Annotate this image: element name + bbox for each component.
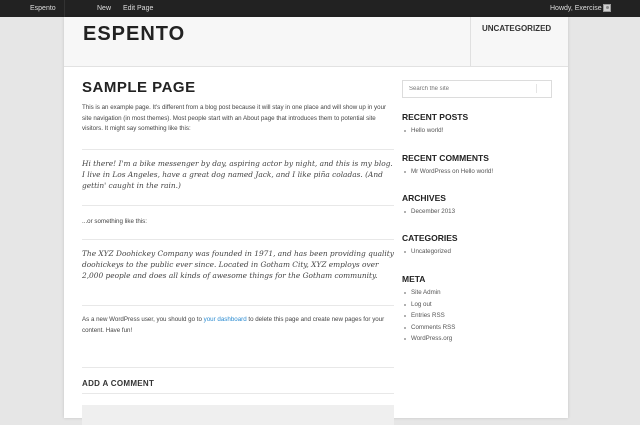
nav-item-uncategorized[interactable]: UNCATEGORIZED — [482, 24, 551, 33]
meta-site-admin-link[interactable]: Site Admin — [411, 289, 441, 296]
comment-form[interactable] — [82, 405, 394, 425]
category-item[interactable]: Uncategorized — [402, 246, 451, 258]
recent-post-item[interactable]: Hello world! — [402, 125, 443, 137]
recent-posts-title: RECENT POSTS — [402, 112, 469, 122]
avatar[interactable] — [603, 4, 611, 12]
quote-divider-bottom — [82, 205, 394, 206]
recent-comments-list: Mr WordPress on Hello world! — [402, 166, 493, 178]
recent-posts-list: Hello world! — [402, 125, 443, 137]
meta-item[interactable]: Site Admin — [402, 287, 455, 299]
nav-divider — [470, 17, 471, 66]
archive-link[interactable]: December 2013 — [411, 208, 455, 215]
comment-post-link[interactable]: Hello world! — [461, 168, 493, 175]
archives-list: December 2013 — [402, 206, 455, 218]
page-title: SAMPLE PAGE — [82, 79, 196, 96]
admin-bar-divider — [64, 0, 65, 17]
categories-title: CATEGORIES — [402, 233, 458, 243]
blockquote-bike-messenger: Hi there! I'm a bike messenger by day, a… — [82, 159, 393, 190]
admin-bar-edit-page-link[interactable]: Edit Page — [123, 0, 153, 17]
meta-item[interactable]: Log out — [402, 299, 455, 311]
meta-list: Site Admin Log out Entries RSS Comments … — [402, 287, 455, 345]
admin-bar-howdy-link[interactable]: Howdy, Exercise — [550, 0, 602, 17]
page-container: ESPENTO UNCATEGORIZED SAMPLE PAGE This i… — [64, 17, 568, 425]
admin-bar-new-link[interactable]: New — [97, 0, 111, 17]
meta-entries-rss-link[interactable]: Entries RSS — [411, 312, 445, 319]
archive-item[interactable]: December 2013 — [402, 206, 455, 218]
quote2-divider-bottom — [82, 305, 394, 306]
add-comment-heading: ADD A COMMENT — [82, 379, 155, 388]
search-divider — [536, 84, 537, 93]
meta-item[interactable]: WordPress.org — [402, 333, 455, 345]
meta-log-out-link[interactable]: Log out — [411, 301, 432, 308]
meta-title: META — [402, 274, 426, 284]
admin-bar: Espento New Edit Page Howdy, Exercise — [0, 0, 640, 17]
site-header: ESPENTO UNCATEGORIZED — [64, 17, 568, 67]
recent-comments-title: RECENT COMMENTS — [402, 153, 489, 163]
outro-text-start: As a new WordPress user, you should go t… — [82, 316, 204, 323]
archives-title: ARCHIVES — [402, 193, 446, 203]
category-link[interactable]: Uncategorized — [411, 248, 451, 255]
outro-paragraph: As a new WordPress user, you should go t… — [82, 315, 394, 336]
meta-item[interactable]: Comments RSS — [402, 322, 455, 334]
quote2-divider-top — [82, 239, 394, 240]
dashboard-link[interactable]: your dashboard — [204, 316, 247, 323]
categories-list: Uncategorized — [402, 246, 451, 258]
intro-paragraph: This is an example page. It's different … — [82, 104, 387, 132]
site-title[interactable]: ESPENTO — [83, 23, 185, 46]
quote-divider-top — [82, 149, 394, 150]
comment-divider — [82, 367, 394, 368]
search-input[interactable] — [402, 80, 552, 98]
recent-post-link[interactable]: Hello world! — [411, 127, 443, 134]
comment-on-text: on — [450, 168, 461, 175]
meta-item[interactable]: Entries RSS — [402, 310, 455, 322]
admin-bar-site-link[interactable]: Espento — [30, 0, 56, 17]
comment-heading-divider — [82, 393, 394, 394]
meta-comments-rss-link[interactable]: Comments RSS — [411, 324, 455, 331]
recent-comment-item: Mr WordPress on Hello world! — [402, 166, 493, 178]
meta-wordpress-org-link[interactable]: WordPress.org — [411, 335, 452, 342]
middle-paragraph: ...or something like this: — [82, 218, 147, 225]
comment-author-link[interactable]: Mr WordPress — [411, 168, 450, 175]
blockquote-doohickey: The XYZ Doohickey Company was founded in… — [82, 249, 394, 280]
